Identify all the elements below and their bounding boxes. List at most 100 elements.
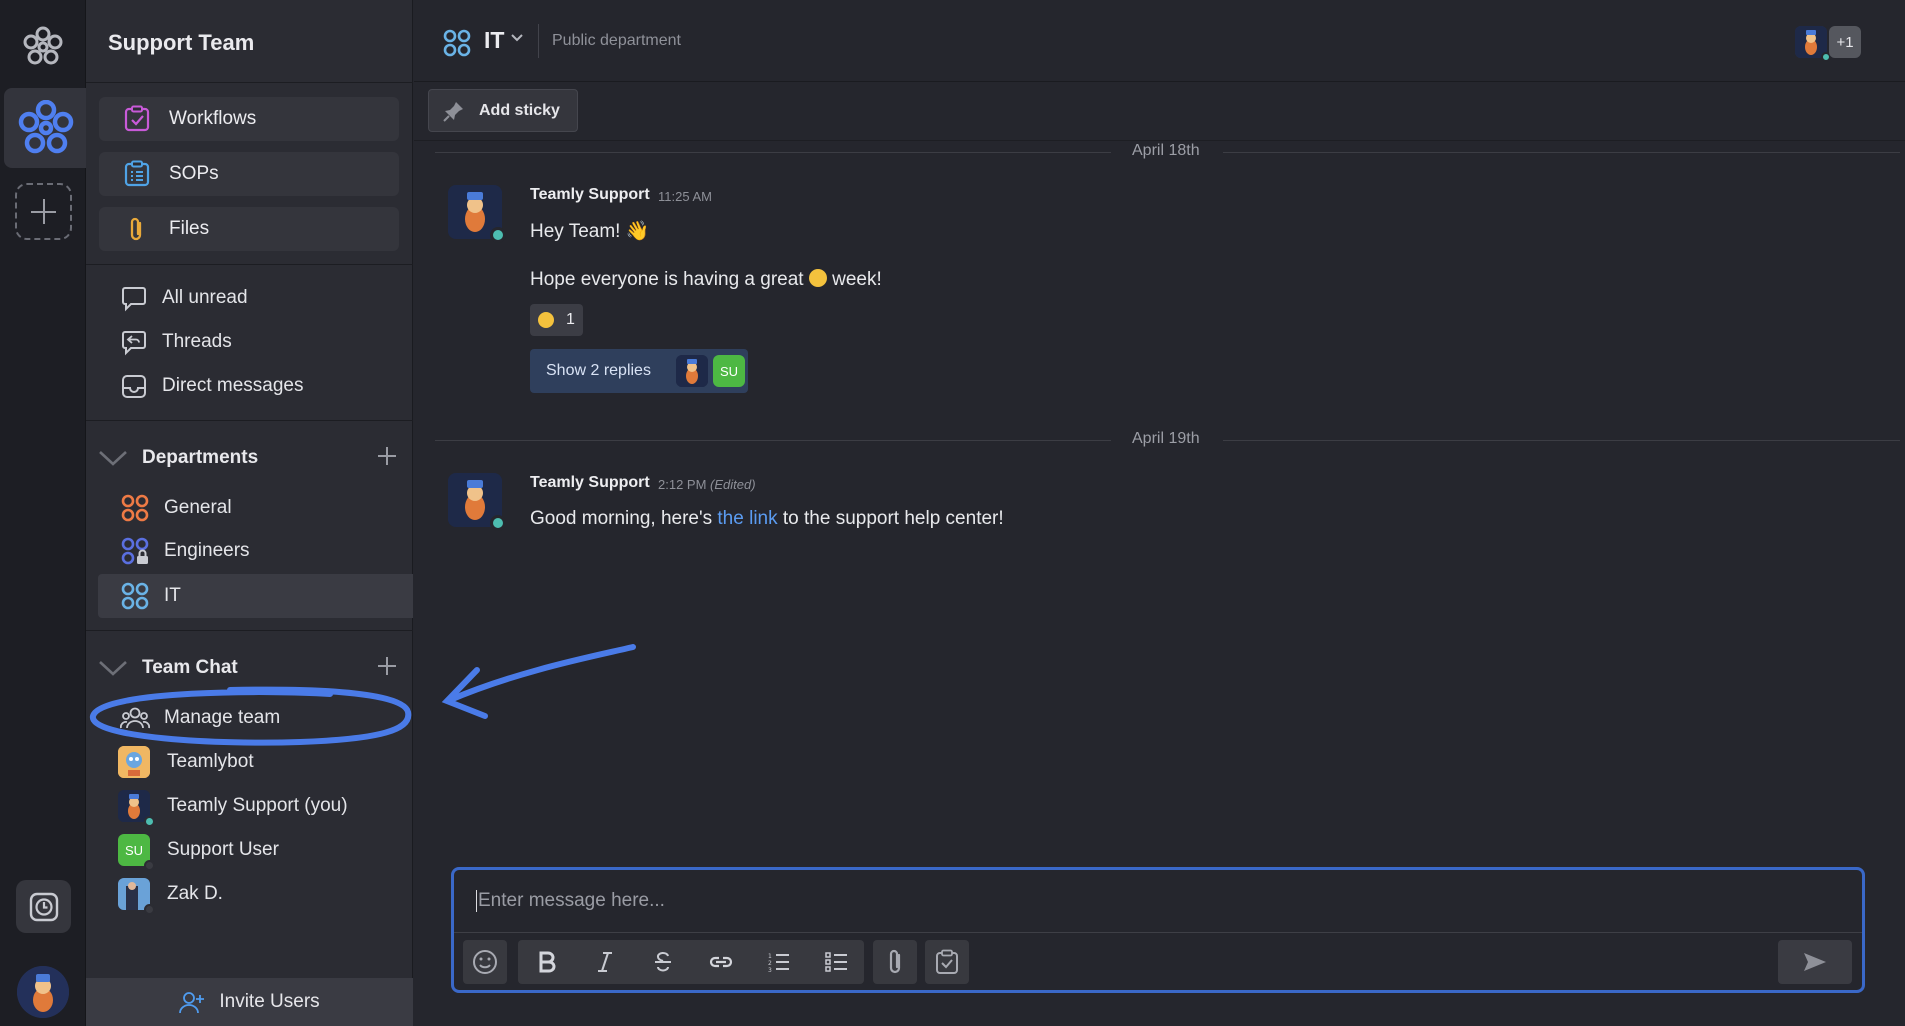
active-workspace[interactable] [4, 88, 86, 168]
flower-logo-icon [18, 100, 74, 154]
attach-button[interactable] [873, 940, 917, 984]
offline-status-dot [144, 860, 155, 871]
divider [414, 140, 1905, 141]
sidebar-item-files[interactable]: Files [99, 207, 399, 251]
date-label: April 18th [1132, 142, 1200, 159]
current-user-avatar[interactable] [17, 966, 69, 1018]
sidebar-item-sops[interactable]: SOPs [99, 152, 399, 196]
svg-text:2: 2 [768, 960, 772, 967]
invite-users-button[interactable]: Invite Users [86, 978, 413, 1026]
strikethrough-button[interactable] [634, 940, 692, 984]
reaction-count: 1 [566, 311, 575, 328]
user-zak-d[interactable]: Zak D. [118, 877, 223, 915]
message-author[interactable]: Teamly Support [530, 186, 650, 204]
sidebar-item-label: Workflows [169, 108, 257, 129]
edited-label: (Edited) [710, 477, 756, 492]
paperclip-icon [130, 217, 142, 241]
italic-button[interactable] [576, 940, 634, 984]
divider [86, 264, 413, 265]
sidebar-item-threads[interactable]: Threads [120, 327, 232, 357]
workflow-check-icon [124, 105, 150, 132]
su-avatar: SU [118, 834, 155, 871]
reply-avatar [676, 355, 708, 387]
user-name: Support User [167, 839, 279, 860]
italic-icon [598, 952, 612, 972]
user-teamlybot[interactable]: Teamlybot [118, 745, 254, 779]
department-it[interactable]: IT [120, 580, 181, 612]
history-button[interactable] [16, 880, 71, 933]
message-author[interactable]: Teamly Support [530, 474, 650, 492]
divider [454, 932, 1862, 933]
avatar-initials: SU [124, 842, 144, 858]
send-button[interactable] [1778, 940, 1852, 984]
nav-label: Direct messages [162, 375, 304, 396]
manage-team-label: Manage team [164, 707, 281, 728]
extra-members-badge[interactable]: +1 [1829, 26, 1861, 58]
chevron-down-icon[interactable] [510, 33, 524, 43]
chevron-down-icon [99, 451, 127, 466]
add-sticky-label: Add sticky [479, 101, 560, 119]
divider [86, 82, 413, 83]
add-department-plus-icon[interactable] [376, 445, 398, 467]
reply-avatar-initials: SU [713, 355, 745, 387]
message-time-value: 2:12 PM [658, 477, 707, 492]
add-workspace-plus-icon[interactable] [15, 183, 72, 240]
message-text: Hey Team! 👋 [530, 221, 650, 242]
sidebar-item-all-unread[interactable]: All unread [120, 283, 248, 313]
department-label: General [164, 497, 232, 518]
member-avatar[interactable] [1795, 26, 1831, 62]
channel-description: Public department [552, 32, 681, 49]
bullet-list-icon [825, 952, 847, 972]
reaction-pill[interactable]: 1 [530, 304, 583, 336]
bold-button[interactable] [518, 940, 576, 984]
sidebar: Support Team Workflows SOPs Files All un… [86, 0, 413, 1026]
send-icon [1804, 953, 1826, 971]
emoji-icon [473, 950, 497, 974]
home-flower-logo-icon[interactable] [22, 26, 64, 68]
task-button[interactable] [925, 940, 969, 984]
clock-icon [29, 892, 59, 922]
user-teamly-support[interactable]: Teamly Support (you) [118, 789, 348, 827]
department-general[interactable]: General [120, 492, 232, 524]
ordered-list-button[interactable]: 123 [750, 940, 808, 984]
chat-bubble-icon [122, 287, 146, 312]
show-replies-button[interactable]: Show 2 replies SU [530, 349, 748, 393]
message-time: 2:12 PM (Edited) [658, 477, 756, 492]
team-title: Support Team [108, 30, 255, 55]
date-divider: April 18th [435, 142, 1900, 162]
channel-name[interactable]: IT [484, 27, 504, 54]
department-lock-icon [121, 537, 149, 565]
departments-header[interactable]: Departments [98, 441, 398, 475]
add-sticky-button[interactable]: Add sticky [428, 89, 578, 132]
manage-team-item[interactable]: Manage team [120, 703, 280, 733]
help-center-link[interactable]: the link [717, 508, 777, 529]
format-toolbar: 123 [518, 940, 864, 984]
grin-emoji-icon [538, 312, 554, 328]
online-status-dot [490, 515, 506, 531]
arrow-shaft [447, 644, 636, 703]
message-text: Hope everyone is having a great week! [530, 269, 882, 291]
message-text: Good morning, here's the link to the sup… [530, 508, 1004, 530]
emoji-button[interactable] [463, 940, 507, 984]
team-chat-header[interactable]: Team Chat [98, 651, 398, 685]
arrow-head [441, 667, 488, 719]
user-support-user[interactable]: SU Support User [118, 833, 279, 871]
svg-text:3: 3 [768, 967, 772, 973]
sidebar-item-direct-messages[interactable]: Direct messages [120, 371, 304, 401]
message-text-part: Hope everyone is having a great [530, 269, 804, 290]
message-input[interactable]: Enter message here... [476, 890, 665, 912]
link-button[interactable] [692, 940, 750, 984]
link-icon [709, 956, 733, 968]
department-engineers[interactable]: Engineers [120, 535, 250, 567]
inbox-icon [122, 375, 146, 398]
date-label: April 19th [1132, 430, 1200, 447]
department-grid-icon [443, 29, 471, 57]
invite-label: Invite Users [219, 991, 320, 1012]
sidebar-item-workflows[interactable]: Workflows [99, 97, 399, 141]
pin-icon [443, 101, 463, 122]
add-chat-plus-icon[interactable] [376, 655, 398, 677]
message-composer[interactable]: Enter message here... 123 [451, 867, 1865, 993]
bullet-list-button[interactable] [808, 940, 866, 984]
sidebar-item-label: SOPs [169, 163, 219, 184]
divider [86, 420, 413, 421]
